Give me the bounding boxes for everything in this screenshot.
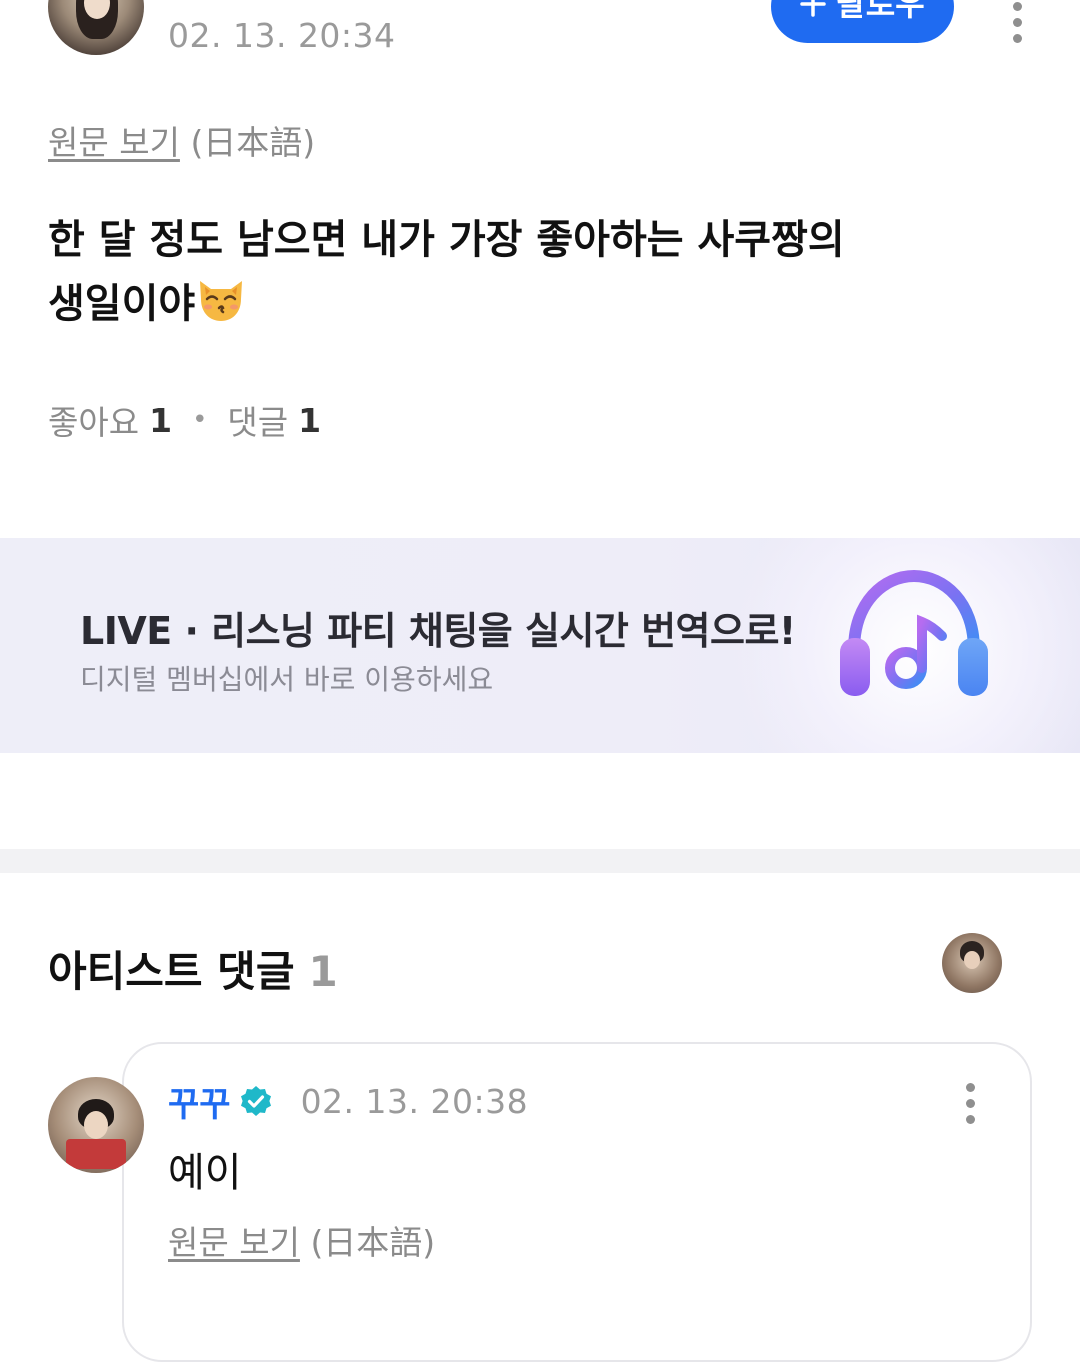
- post-body-line1: 한 달 정도 남으면 내가 가장 좋아하는 사쿠짱의: [48, 217, 845, 263]
- artist-comments-count: 1: [308, 947, 338, 996]
- verified-badge-icon: [239, 1084, 273, 1118]
- comment-timestamp: 02. 13. 20:38: [300, 1081, 529, 1121]
- likes-count: 1: [149, 400, 173, 440]
- post-stats: 좋아요 1 • 댓글 1: [48, 396, 321, 444]
- post-body: 한 달 정도 남으면 내가 가장 좋아하는 사쿠짱의 생일이야: [48, 208, 1038, 336]
- comment-text: 예이: [168, 1150, 242, 1196]
- banner-subtitle: 디지털 멤버십에서 바로 이용하세요: [80, 663, 494, 696]
- author-avatar[interactable]: [48, 0, 144, 55]
- post-original-link[interactable]: 원문 보기 (日本語): [48, 116, 315, 164]
- comments-count: 1: [298, 400, 322, 440]
- post-more-icon[interactable]: [1011, 2, 1023, 43]
- plus-icon: [800, 0, 827, 25]
- comment-original-link-label: 원문 보기: [168, 1223, 300, 1262]
- headphones-music-icon: [834, 568, 994, 708]
- banner-title: LIVE · 리스닝 파티 채팅을 실시간 번역으로!: [80, 609, 796, 653]
- original-lang: (日本語): [190, 123, 316, 162]
- comment-author-name[interactable]: 꾸꾸: [168, 1077, 231, 1126]
- post-body-line2: 생일이야: [48, 281, 196, 327]
- comment-original-link[interactable]: 원문 보기 (日本語): [168, 1216, 435, 1264]
- artist-comments-title: 아티스트 댓글: [48, 947, 295, 996]
- artist-comments-header: 아티스트 댓글 1: [48, 938, 338, 999]
- likes-label[interactable]: 좋아요: [48, 396, 139, 444]
- follow-button[interactable]: 팔로우: [771, 0, 954, 43]
- comment-original-lang: (日本語): [310, 1223, 436, 1262]
- post-timestamp: 02. 13. 20:34: [168, 16, 396, 55]
- follow-label: 팔로우: [836, 0, 925, 23]
- comment-header: 꾸꾸 02. 13. 20:38: [168, 1080, 529, 1125]
- separator-dot: •: [192, 405, 208, 435]
- author-name-decoration: [320, 0, 360, 8]
- promo-banner[interactable]: LIVE · 리스닝 파티 채팅을 실시간 번역으로! 디지털 멤버십에서 바로…: [0, 538, 1080, 753]
- artist-avatar-small[interactable]: [942, 933, 1002, 993]
- comments-label[interactable]: 댓글: [227, 396, 288, 444]
- section-divider: [0, 849, 1080, 873]
- comment-author-avatar[interactable]: [48, 1077, 144, 1173]
- original-link-label: 원문 보기: [48, 123, 180, 162]
- comment-more-icon[interactable]: [964, 1083, 976, 1124]
- kissing-cat-emoji: [195, 275, 247, 323]
